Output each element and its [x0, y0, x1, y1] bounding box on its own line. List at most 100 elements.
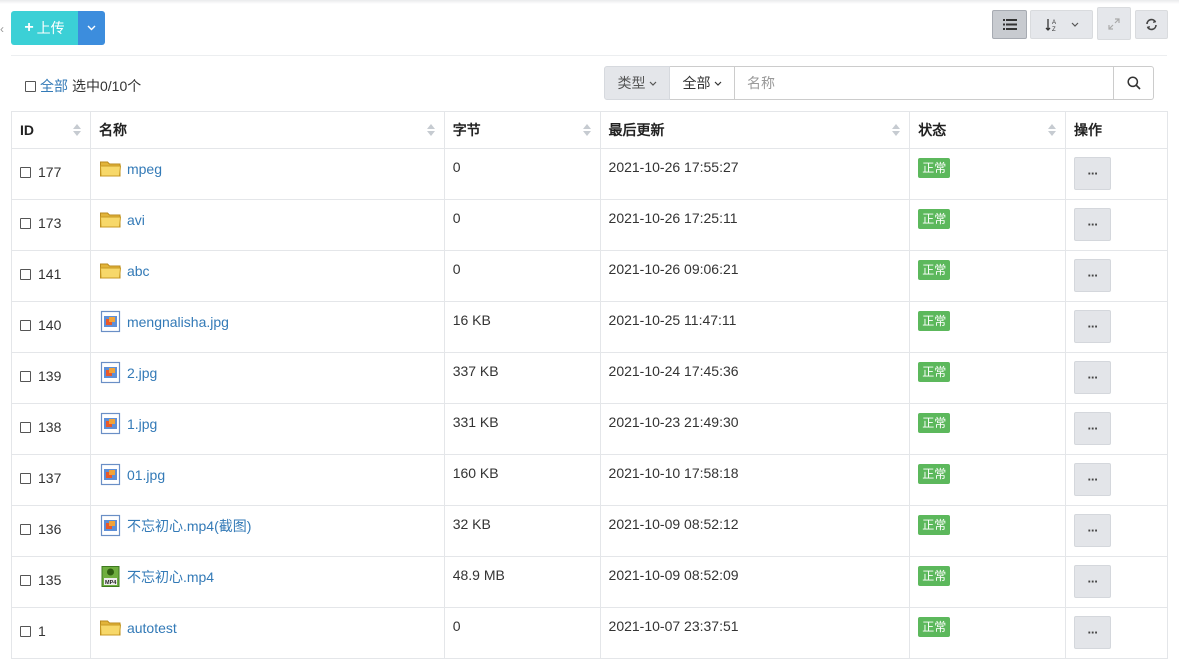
sort-button[interactable]: A Z — [1030, 10, 1093, 39]
column-header-actions: 操作 — [1065, 111, 1168, 149]
file-name-link[interactable]: 01.jpg — [127, 467, 165, 483]
table-row[interactable]: 173 avi 0 2021-10-26 17:25:11 正常 ··· — [11, 199, 1168, 251]
row-checkbox[interactable] — [20, 625, 31, 637]
actions-cell: ··· — [1065, 556, 1168, 608]
file-name-link[interactable]: avi — [127, 212, 145, 228]
upload-button[interactable]: + 上传 — [11, 11, 78, 45]
id-cell: 141 — [11, 250, 91, 302]
table-row[interactable]: 139 2.jpg 337 KB 2021-10-24 17:45:36 正常 ··· — [11, 352, 1168, 404]
more-actions-button[interactable]: ··· — [1074, 616, 1112, 649]
select-all-label[interactable]: 全部 — [40, 76, 68, 96]
row-checkbox[interactable] — [20, 370, 31, 382]
row-id: 1 — [38, 623, 46, 639]
id-cell: 173 — [11, 199, 91, 251]
file-name-link[interactable]: autotest — [127, 620, 177, 636]
file-size: 0 — [452, 210, 461, 226]
status-cell: 正常 — [909, 556, 1067, 608]
upload-dropdown-button[interactable] — [78, 11, 105, 45]
row-checkbox[interactable] — [20, 268, 31, 280]
name-cell: MP4 不忘初心.mp4 — [89, 556, 445, 608]
upload-button-group: + 上传 — [11, 11, 105, 45]
file-name-link[interactable]: mengnalisha.jpg — [127, 314, 229, 330]
updated-time: 2021-10-09 08:52:09 — [608, 567, 739, 583]
table-row[interactable]: 136 不忘初心.mp4(截图) 32 KB 2021-10-09 08:52:12 正… — [11, 505, 1168, 557]
status-badge: 正常 — [918, 566, 951, 586]
status-badge: 正常 — [918, 515, 951, 535]
type-filter-dropdown[interactable]: 类型 — [604, 66, 670, 100]
fullscreen-button[interactable] — [1097, 7, 1131, 40]
row-checkbox[interactable] — [20, 574, 31, 586]
plus-icon: + — [24, 19, 34, 36]
updated-time: 2021-10-10 17:58:18 — [608, 465, 739, 481]
file-name-link[interactable]: mpeg — [127, 161, 162, 177]
id-cell: 136 — [11, 505, 91, 557]
header-label: 状态 — [918, 122, 947, 138]
id-cell: 135 — [11, 556, 91, 608]
file-size: 48.9 MB — [452, 567, 505, 583]
status-badge: 正常 — [918, 413, 951, 433]
table-row[interactable]: 1 autotest 0 2021-10-07 23:37:51 正常 ··· — [11, 607, 1168, 659]
table-row[interactable]: 135 MP4 不忘初心.mp4 48.9 MB 2021-10-09 08:52:09… — [11, 556, 1168, 608]
status-cell: 正常 — [909, 250, 1067, 302]
list-view-button[interactable] — [992, 10, 1027, 39]
more-actions-button[interactable]: ··· — [1074, 208, 1112, 241]
more-actions-button[interactable]: ··· — [1074, 310, 1112, 343]
search-input[interactable]: 名称 — [735, 66, 1114, 100]
actions-cell: ··· — [1065, 250, 1168, 302]
more-actions-button[interactable]: ··· — [1074, 361, 1112, 394]
table-row[interactable]: 177 mpeg 0 2021-10-26 17:55:27 正常 ··· — [11, 148, 1168, 200]
row-checkbox[interactable] — [20, 523, 31, 535]
file-name-link[interactable]: 1.jpg — [127, 416, 157, 432]
size-cell: 331 KB — [443, 403, 601, 455]
name-cell: 01.jpg — [89, 454, 445, 506]
updated-cell: 2021-10-26 17:55:27 — [599, 148, 911, 200]
updated-time: 2021-10-26 17:25:11 — [608, 210, 738, 226]
file-name-link[interactable]: 不忘初心.mp4 — [127, 567, 214, 587]
more-actions-button[interactable]: ··· — [1074, 412, 1112, 445]
scope-filter-dropdown[interactable]: 全部 — [670, 66, 735, 100]
search-icon — [1126, 76, 1141, 90]
size-cell: 0 — [443, 250, 601, 302]
collapse-arrow-icon[interactable]: ‹ — [0, 22, 4, 36]
id-cell: 137 — [11, 454, 91, 506]
column-header-name[interactable]: 名称 — [89, 111, 445, 149]
svg-text:MP4: MP4 — [105, 580, 117, 586]
file-name-link[interactable]: 2.jpg — [127, 365, 157, 381]
name-cell: 1.jpg — [89, 403, 445, 455]
table-row[interactable]: 141 abc 0 2021-10-26 09:06:21 正常 ··· — [11, 250, 1168, 302]
file-table: ID 名称 字节 最后更新 状态 操作 177 mpeg 0 2021-10-26 1… — [11, 111, 1168, 659]
name-cell: mpeg — [89, 148, 445, 200]
table-row[interactable]: 138 1.jpg 331 KB 2021-10-23 21:49:30 正常 ··· — [11, 403, 1168, 455]
row-id: 137 — [38, 470, 62, 486]
row-checkbox[interactable] — [20, 217, 31, 229]
more-actions-button[interactable]: ··· — [1074, 259, 1112, 292]
row-id: 141 — [38, 266, 62, 282]
more-actions-button[interactable]: ··· — [1074, 514, 1112, 547]
table-row[interactable]: 137 01.jpg 160 KB 2021-10-10 17:58:18 正常 ··· — [11, 454, 1168, 506]
file-name-link[interactable]: 不忘初心.mp4(截图) — [127, 516, 251, 536]
row-checkbox[interactable] — [20, 319, 31, 331]
search-button[interactable] — [1114, 66, 1154, 100]
column-header-size[interactable]: 字节 — [443, 111, 601, 149]
more-actions-button[interactable]: ··· — [1074, 157, 1112, 190]
row-checkbox[interactable] — [20, 421, 31, 433]
row-checkbox[interactable] — [20, 472, 31, 484]
id-cell: 177 — [11, 148, 91, 200]
column-header-id[interactable]: ID — [11, 111, 91, 149]
folder-icon — [99, 157, 122, 180]
list-view-icon — [1002, 19, 1017, 30]
actions-cell: ··· — [1065, 148, 1168, 200]
updated-cell: 2021-10-07 23:37:51 — [599, 607, 911, 659]
row-checkbox[interactable] — [20, 166, 31, 178]
select-all-checkbox[interactable] — [25, 80, 36, 92]
column-header-updated[interactable]: 最后更新 — [599, 111, 911, 149]
file-name-link[interactable]: abc — [127, 263, 150, 279]
table-header-row: ID 名称 字节 最后更新 状态 操作 — [11, 111, 1168, 149]
selected-count: 选中0/10个 — [72, 78, 142, 94]
refresh-button[interactable] — [1135, 10, 1168, 39]
more-actions-button[interactable]: ··· — [1074, 565, 1112, 598]
column-header-status[interactable]: 状态 — [909, 111, 1067, 149]
actions-cell: ··· — [1065, 607, 1168, 659]
table-row[interactable]: 140 mengnalisha.jpg 16 KB 2021-10-25 11:47:… — [11, 301, 1168, 353]
more-actions-button[interactable]: ··· — [1074, 463, 1112, 496]
